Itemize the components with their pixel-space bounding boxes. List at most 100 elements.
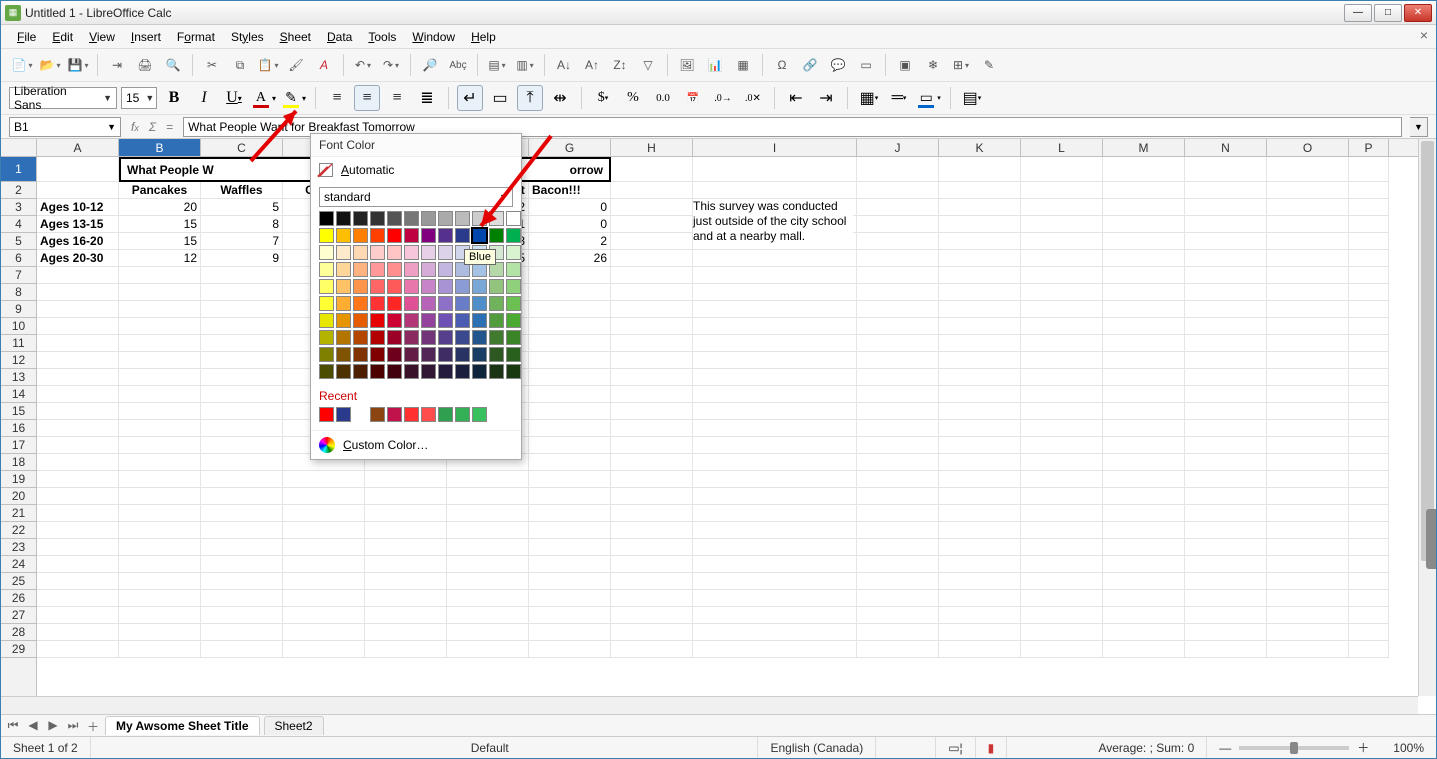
cell[interactable] <box>1185 454 1267 471</box>
row-header-3[interactable]: 3 <box>1 199 36 216</box>
cell[interactable] <box>37 471 119 488</box>
data-cell[interactable]: 5 <box>201 199 283 216</box>
cell[interactable] <box>1349 157 1389 182</box>
cell[interactable] <box>693 539 857 556</box>
color-swatch[interactable] <box>506 296 521 311</box>
cell[interactable] <box>529 607 611 624</box>
show-draw-button[interactable]: ✎ <box>976 52 1002 78</box>
cell[interactable] <box>693 522 857 539</box>
color-swatch[interactable] <box>370 245 385 260</box>
color-swatch[interactable] <box>370 228 385 243</box>
cell[interactable] <box>1267 318 1349 335</box>
cell[interactable] <box>939 607 1021 624</box>
select-all-corner[interactable] <box>1 139 37 157</box>
cell[interactable] <box>1185 386 1267 403</box>
cell[interactable] <box>1021 233 1103 250</box>
row-header-18[interactable]: 18 <box>1 454 36 471</box>
open-button[interactable]: 📂▾ <box>37 52 63 78</box>
new-button[interactable]: 📄▾ <box>9 52 35 78</box>
cell[interactable] <box>1349 403 1389 420</box>
cell[interactable] <box>529 573 611 590</box>
color-swatch[interactable] <box>319 211 334 226</box>
cell[interactable] <box>1185 403 1267 420</box>
color-swatch[interactable] <box>370 279 385 294</box>
cell[interactable] <box>119 539 201 556</box>
cell[interactable] <box>37 437 119 454</box>
align-center-button[interactable]: ≡ <box>354 85 380 111</box>
data-cell[interactable]: 15 <box>119 233 201 250</box>
cell[interactable] <box>857 403 939 420</box>
cell[interactable] <box>1267 539 1349 556</box>
color-swatch[interactable] <box>421 245 436 260</box>
cell[interactable] <box>1103 318 1185 335</box>
cell[interactable] <box>1103 157 1185 182</box>
cell[interactable] <box>611 284 693 301</box>
color-swatch[interactable] <box>404 347 419 362</box>
cell[interactable] <box>611 403 693 420</box>
cell[interactable] <box>283 573 365 590</box>
color-swatch[interactable] <box>438 211 453 226</box>
header-footer-button[interactable]: ▭ <box>853 52 879 78</box>
cell[interactable] <box>857 352 939 369</box>
cell[interactable] <box>1185 352 1267 369</box>
cell[interactable] <box>939 267 1021 284</box>
align-right-button[interactable]: ≡ <box>384 85 410 111</box>
cell[interactable] <box>1021 182 1103 199</box>
cell[interactable] <box>857 437 939 454</box>
row-header-6[interactable]: 6 <box>1 250 36 267</box>
save-button[interactable]: 💾▾ <box>65 52 91 78</box>
cell[interactable] <box>1349 607 1389 624</box>
data-cell[interactable]: 20 <box>119 199 201 216</box>
column-header-A[interactable]: A <box>37 139 119 156</box>
cell[interactable] <box>119 607 201 624</box>
cell[interactable] <box>1267 624 1349 641</box>
color-swatch[interactable] <box>438 313 453 328</box>
clone-format-button[interactable]: 🖌 <box>283 52 309 78</box>
cell[interactable] <box>1349 437 1389 454</box>
menu-format[interactable]: Format <box>169 28 223 46</box>
color-swatch[interactable] <box>387 313 402 328</box>
row-header-2[interactable]: 2 <box>1 182 36 199</box>
cell[interactable] <box>119 573 201 590</box>
color-swatch[interactable] <box>353 330 368 345</box>
cell[interactable] <box>1021 573 1103 590</box>
row-header-14[interactable]: 14 <box>1 386 36 403</box>
row-header-27[interactable]: 27 <box>1 607 36 624</box>
sidebar-toggle[interactable] <box>1426 509 1436 569</box>
cell[interactable] <box>693 318 857 335</box>
row-header-29[interactable]: 29 <box>1 641 36 658</box>
cell[interactable] <box>529 539 611 556</box>
cell[interactable] <box>529 386 611 403</box>
cell[interactable] <box>1103 590 1185 607</box>
copy-button[interactable]: ⧉ <box>227 52 253 78</box>
cell[interactable] <box>1021 335 1103 352</box>
cell[interactable] <box>283 641 365 658</box>
color-swatch[interactable] <box>353 364 368 379</box>
cell[interactable] <box>939 233 1021 250</box>
recent-color-swatch[interactable] <box>319 407 334 422</box>
cell[interactable] <box>611 556 693 573</box>
cell[interactable] <box>447 624 529 641</box>
color-swatch[interactable] <box>336 279 351 294</box>
color-swatch[interactable] <box>370 313 385 328</box>
color-swatch[interactable] <box>387 330 402 345</box>
cell[interactable] <box>1185 437 1267 454</box>
undo-button[interactable]: ↶▾ <box>350 52 376 78</box>
spreadsheet-grid[interactable]: ABCDEFGHIJKLMNOP 12345678910111213141516… <box>1 139 1436 714</box>
data-cell[interactable]: Ages 10-12 <box>37 199 119 216</box>
cell[interactable] <box>201 420 283 437</box>
hyperlink-button[interactable]: 🔗 <box>797 52 823 78</box>
cut-button[interactable]: ✂ <box>199 52 225 78</box>
cell[interactable] <box>119 641 201 658</box>
cell[interactable] <box>611 301 693 318</box>
cell[interactable] <box>693 250 857 267</box>
cell[interactable] <box>447 641 529 658</box>
color-swatch[interactable] <box>421 347 436 362</box>
cell[interactable] <box>693 284 857 301</box>
cell[interactable] <box>693 556 857 573</box>
cell[interactable] <box>119 454 201 471</box>
cell[interactable] <box>365 505 447 522</box>
cell[interactable] <box>857 250 939 267</box>
cell[interactable] <box>1267 590 1349 607</box>
row-header-19[interactable]: 19 <box>1 471 36 488</box>
